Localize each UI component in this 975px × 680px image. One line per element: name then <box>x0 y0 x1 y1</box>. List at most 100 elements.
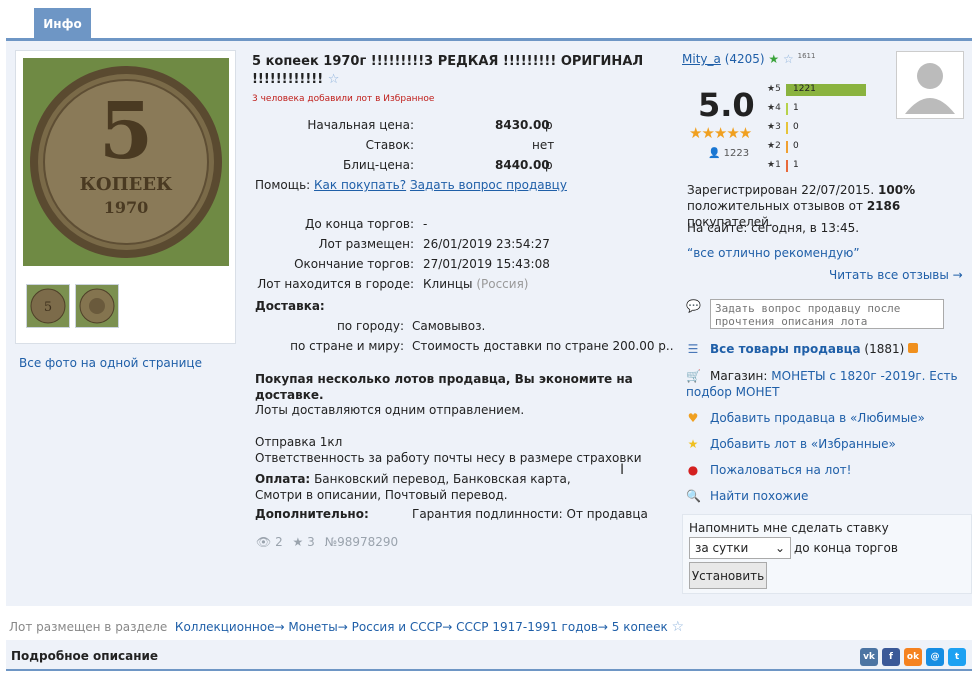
all-goods-count: (1881) <box>864 342 905 356</box>
save-note: Лоты доставляются одним отправлением. <box>255 403 525 417</box>
stars-count: 3 <box>307 535 315 549</box>
fav-lot-link[interactable]: Добавить лот в «Избранные» <box>710 437 896 451</box>
fav-seller-link[interactable]: Добавить продавца в «Любимые» <box>710 411 925 425</box>
shipping-line-1: Отправка 1кл <box>255 435 343 449</box>
avatar <box>896 51 964 119</box>
views-count: 2 <box>275 535 283 549</box>
green-star-icon: ★ <box>768 52 780 66</box>
set-reminder-button[interactable]: Установить <box>689 562 767 589</box>
review-quote[interactable]: “все отлично рекомендую” <box>687 246 860 260</box>
thumbnail-2[interactable] <box>75 284 119 328</box>
twitter-icon[interactable]: t <box>948 648 966 666</box>
coin-year: 1970 <box>103 198 149 217</box>
coin-word: КОПЕЕК <box>79 174 173 195</box>
tab-info[interactable]: Инфо <box>34 8 91 39</box>
rating-row-label: ★2 <box>767 141 781 151</box>
all-goods-link[interactable]: Все товары продавца <box>710 342 861 356</box>
rating-count: 0 <box>793 141 799 151</box>
seller-score: 5.0 <box>698 86 755 124</box>
rating-row-label: ★1 <box>767 160 781 170</box>
rating-count: 1 <box>793 103 799 113</box>
delivery-label: Доставка: <box>255 299 325 313</box>
payment-row: Оплата: Банковский перевод, Банковская к… <box>255 471 620 503</box>
thumbnail-1[interactable]: 5 <box>26 284 70 328</box>
registered-text: Зарегистрирован 22/07/2015. <box>687 183 875 197</box>
breadcrumb: Лот размещен в разделе Коллекционное→ Мо… <box>9 619 684 635</box>
remind-box: Напомнить мне сделать ставку за сутки ⌄ … <box>682 514 972 594</box>
breadcrumb-item[interactable]: Коллекционное→ <box>175 620 285 634</box>
time-left-value: - <box>423 217 428 231</box>
star-outline-icon[interactable]: ☆ <box>328 72 340 87</box>
similar-row: 🔍 Найти похожие <box>686 489 808 503</box>
shop-row: 🛒 Магазин: МОНЕТЫ с 1820г -2019г. Есть по… <box>686 368 966 400</box>
eye-icon: 👁 <box>256 535 272 549</box>
lot-title: 5 копеек 1970г !!!!!!!!!3 РЕДКАЯ !!!!!!!… <box>252 53 652 89</box>
similar-link[interactable]: Найти похожие <box>710 489 808 503</box>
how-to-buy-link[interactable]: Как покупать? <box>314 178 406 192</box>
rating-row-label: ★3 <box>767 122 781 132</box>
main-photo[interactable]: 5 КОПЕЕК 1970 <box>23 58 229 266</box>
world-delivery-label: по стране и миру: <box>290 339 404 353</box>
rating-count: 0 <box>793 122 799 132</box>
star-icon-side: ★ <box>687 437 699 451</box>
chevron-down-icon: ⌄ <box>774 541 785 555</box>
world-delivery-value: Стоимость доставки по стране 200.00 р.. <box>412 339 674 353</box>
remind-select-value: за сутки <box>695 541 749 555</box>
help-row: Помощь: Как покупать? Задать вопрос прод… <box>255 178 567 192</box>
rating-row-label: ★5 <box>767 84 781 94</box>
time-left-label: До конца торгов: <box>304 217 414 231</box>
ask-question-input[interactable] <box>710 299 944 329</box>
star-outline-icon-bc[interactable]: ☆ <box>672 619 685 635</box>
chat-icon: 💬 <box>686 299 701 313</box>
blitz-value: 8440.00 <box>495 158 550 172</box>
shop-label: Магазин: <box>710 369 768 383</box>
remind-title: Напомнить мне сделать ставку <box>689 521 889 535</box>
all-photos-link[interactable]: Все фото на одной странице <box>19 356 202 370</box>
description-title: Подробное описание <box>11 649 159 663</box>
complain-row: ● Пожаловаться на лот! <box>686 463 852 477</box>
breadcrumb-item[interactable]: Монеты→ <box>288 620 347 634</box>
breadcrumb-item[interactable]: 5 копеек <box>612 620 668 634</box>
placed-value: 26/01/2019 23:54:27 <box>423 237 550 251</box>
odnoklassniki-icon[interactable]: ok <box>904 648 922 666</box>
seller-header: Mity_a (4205) ★ ☆ 1611 <box>682 52 815 66</box>
ask-seller-link[interactable]: Задать вопрос продавцу <box>410 178 567 192</box>
svg-text:5: 5 <box>44 300 52 315</box>
facebook-icon[interactable]: f <box>882 648 900 666</box>
positive-text: положительных отзывов от <box>687 199 863 213</box>
city-delivery-value: Самовывоз. <box>412 319 486 333</box>
seller-rating-link[interactable]: (4205) <box>725 52 765 66</box>
mailru-icon[interactable]: @ <box>926 648 944 666</box>
currency-1: р <box>545 118 553 132</box>
vk-icon[interactable]: vk <box>860 648 878 666</box>
end-label: Окончание торгов: <box>294 257 414 271</box>
help-label: Помощь: <box>255 178 311 192</box>
person-icon: 👤 <box>708 148 721 159</box>
currency-2: р <box>545 158 553 172</box>
reviewers-row: 👤 1223 <box>708 148 749 159</box>
extra-label: Дополнительно: <box>255 507 369 521</box>
star-count: 1611 <box>797 52 816 60</box>
fav-seller-row: ♥ Добавить продавца в «Любимые» <box>686 411 925 425</box>
country-value: (Россия) <box>476 277 529 291</box>
breadcrumb-item[interactable]: СССР 1917-1991 годов→ <box>456 620 608 634</box>
rating-row-label: ★4 <box>767 103 781 113</box>
rss-icon[interactable] <box>908 343 919 353</box>
remind-select[interactable]: за сутки ⌄ <box>689 537 791 559</box>
cart-icon: 🛒 <box>686 369 701 383</box>
buyers-count: 2186 <box>866 199 901 213</box>
positive-pct: 100% <box>878 183 916 197</box>
text-cursor-icon: I <box>620 462 625 478</box>
rating-bar <box>786 160 788 172</box>
search-icon: 🔍 <box>686 489 701 503</box>
breadcrumb-item[interactable]: Россия и СССР→ <box>352 620 453 634</box>
rating-count: 1 <box>793 160 799 170</box>
complain-link[interactable]: Пожаловаться на лот! <box>710 463 852 477</box>
start-price-label: Начальная цена: <box>307 118 414 132</box>
all-reviews-link[interactable]: Читать все отзывы → <box>829 268 963 282</box>
list-icon: ☰ <box>687 342 699 356</box>
star-outline-icon-seller[interactable]: ☆ <box>783 52 794 66</box>
lot-number: №98978290 <box>324 535 399 549</box>
seller-name-link[interactable]: Mity_a <box>682 52 721 66</box>
end-value: 27/01/2019 15:43:08 <box>423 257 550 271</box>
